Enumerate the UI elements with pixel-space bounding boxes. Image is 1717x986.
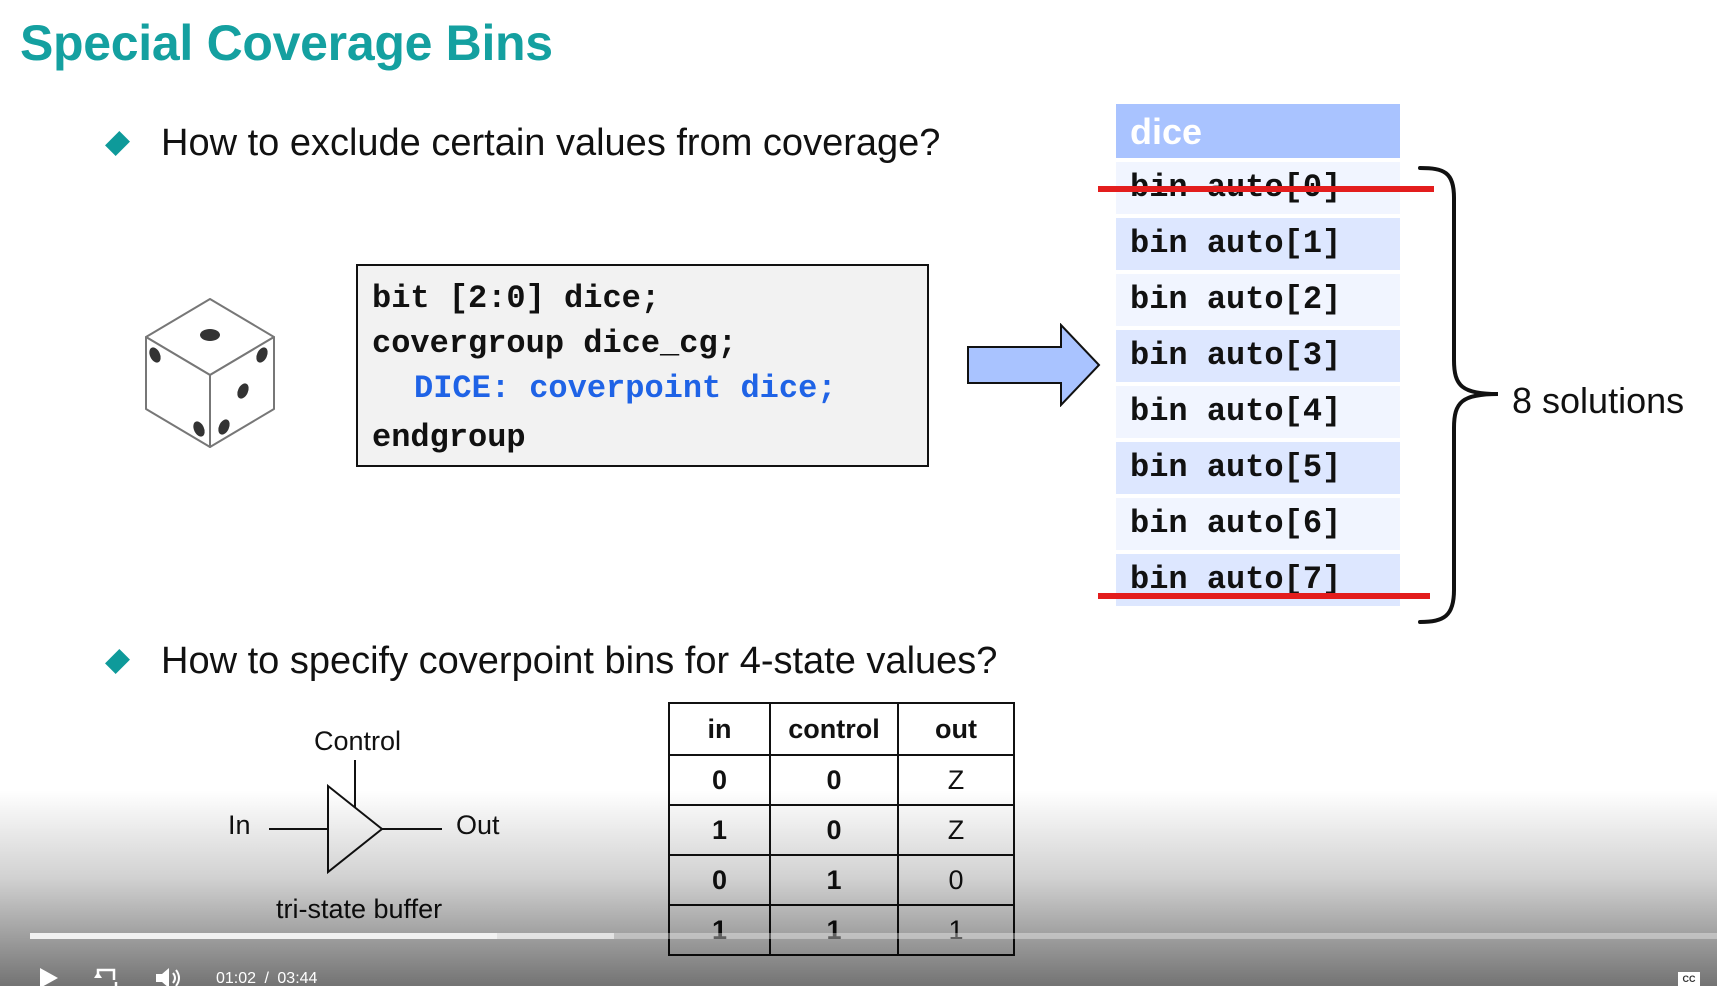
captions-icon[interactable]: CC <box>1678 972 1700 986</box>
slide: Special Coverage Bins How to exclude cer… <box>0 0 1717 986</box>
table-cell: Z <box>897 804 1015 856</box>
duration: 03:44 <box>277 970 318 986</box>
column-header-in: in <box>668 702 771 756</box>
table-cell: 1 <box>769 904 899 956</box>
play-icon[interactable] <box>38 966 60 986</box>
table-cell: 1 <box>668 804 771 856</box>
strikethrough-line <box>1098 186 1434 192</box>
table-cell: 0 <box>668 854 771 906</box>
table-cell: Z <box>897 754 1015 806</box>
slide-title: Special Coverage Bins <box>20 15 553 71</box>
replay-icon[interactable] <box>94 966 120 986</box>
table-header-row: in control out <box>668 702 1015 756</box>
bullet-4-state-values: How to specify coverpoint bins for 4-sta… <box>104 640 997 683</box>
bin-row: bin auto[2] <box>1116 274 1400 326</box>
buffer-caption: tri-state buffer <box>276 894 443 924</box>
table-row: 1 1 1 <box>668 904 1015 956</box>
bullet-diamond-icon <box>105 649 130 674</box>
table-cell: 0 <box>897 854 1015 906</box>
volume-icon[interactable] <box>154 966 182 986</box>
table-cell: 1 <box>897 904 1015 956</box>
bin-row: bin auto[6] <box>1116 498 1400 550</box>
solutions-count: 8 solutions <box>1512 380 1685 421</box>
bullet-exclude-values: How to exclude certain values from cover… <box>104 122 940 165</box>
bullet-text: How to exclude certain values from cover… <box>161 122 941 164</box>
truth-table: in control out 0 0 Z 1 0 Z 0 1 0 1 1 1 <box>668 702 1015 956</box>
time-display: 01:02 / 03:44 <box>216 970 317 986</box>
table-row: 0 0 Z <box>668 754 1015 806</box>
table-cell: 0 <box>769 754 899 806</box>
table-cell: 1 <box>668 904 771 956</box>
player-controls: 01:02 / 03:44 CC <box>0 962 1717 986</box>
code-line: bit [2:0] dice; <box>372 280 661 317</box>
progress-played <box>30 933 498 939</box>
table-row: 1 0 Z <box>668 804 1015 856</box>
bin-row: bin auto[5] <box>1116 442 1400 494</box>
dice-icon <box>145 298 275 448</box>
progress-bar[interactable] <box>30 933 1717 939</box>
time-separator: / <box>264 970 269 986</box>
code-line-highlight: DICE: coverpoint dice; <box>414 370 837 407</box>
right-arrow-icon <box>967 323 1101 407</box>
bin-row: bin auto[3] <box>1116 330 1400 382</box>
code-block: bit [2:0] dice; covergroup dice_cg; DICE… <box>356 264 929 467</box>
column-header-out: out <box>897 702 1015 756</box>
bullet-diamond-icon <box>105 131 130 156</box>
table-cell: 0 <box>668 754 771 806</box>
buffer-symbol-icon <box>269 760 442 875</box>
current-time: 01:02 <box>216 970 257 986</box>
code-line: endgroup <box>372 419 526 456</box>
code-line: covergroup dice_cg; <box>372 325 737 362</box>
bin-row: bin auto[4] <box>1116 386 1400 438</box>
bullet-text: How to specify coverpoint bins for 4-sta… <box>161 640 998 682</box>
bins-header: dice <box>1116 104 1400 158</box>
table-row: 0 1 0 <box>668 854 1015 906</box>
bins-table: dice bin auto[0] bin auto[1] bin auto[2]… <box>1116 104 1400 606</box>
curly-brace-icon <box>1418 166 1499 624</box>
strikethrough-line <box>1098 593 1430 599</box>
bin-row: bin auto[1] <box>1116 218 1400 270</box>
table-cell: 0 <box>769 804 899 856</box>
column-header-control: control <box>769 702 899 756</box>
table-cell: 1 <box>769 854 899 906</box>
tri-state-buffer-diagram: Control In Out tri-state buffer <box>220 720 520 924</box>
